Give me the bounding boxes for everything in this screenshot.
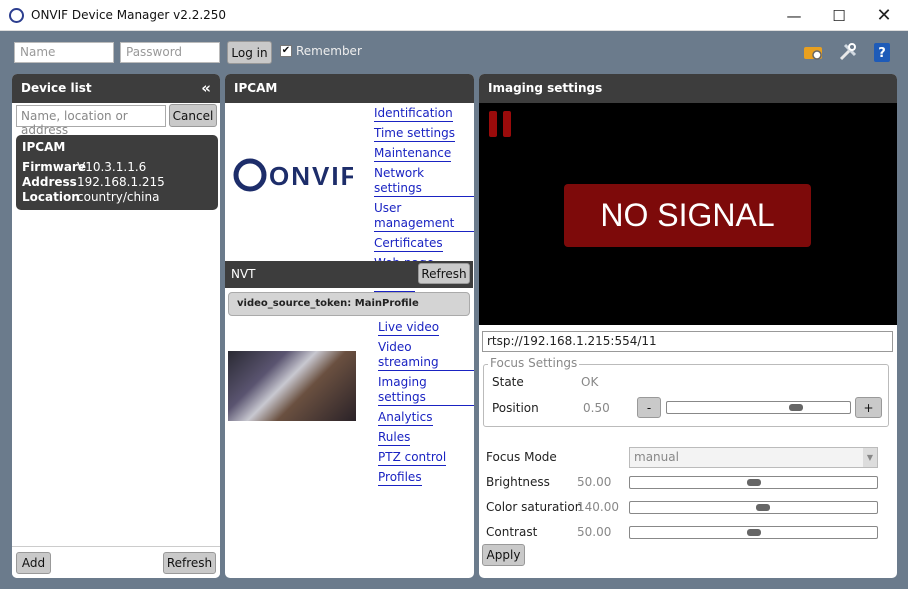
brightness-slider-knob[interactable] — [747, 479, 761, 486]
imaging-title: Imaging settings — [488, 81, 603, 95]
device-settings-icon[interactable] — [802, 41, 824, 63]
contrast-slider[interactable] — [629, 526, 878, 539]
nvt-title: NVT — [231, 267, 256, 281]
color-saturation-slider-knob[interactable] — [756, 504, 770, 511]
link-user-management[interactable]: User management — [374, 201, 474, 232]
focus-mode-dropdown[interactable]: manual ▼ — [629, 447, 878, 468]
device-search-input[interactable]: Name, location or address — [16, 105, 166, 137]
video-player[interactable]: NO SIGNAL — [479, 103, 897, 325]
link-certificates[interactable]: Certificates — [374, 236, 443, 252]
contrast-slider-knob[interactable] — [747, 529, 761, 536]
device-name: IPCAM — [22, 140, 66, 154]
focus-mode-value: manual — [634, 450, 679, 464]
name-input[interactable]: Name — [14, 42, 114, 63]
firmware-value: V10.3.1.1.6 — [77, 160, 147, 174]
link-profiles[interactable]: Profiles — [378, 470, 422, 486]
state-value: OK — [581, 375, 599, 389]
window-title: ONVIF Device Manager v2.2.250 — [31, 8, 227, 22]
link-video-streaming[interactable]: Video streaming — [378, 340, 474, 371]
contrast-value: 50.00 — [577, 525, 612, 539]
ipcam-panel: IPCAM ONVIF Identification Time settings M… — [225, 74, 474, 578]
position-label: Position — [492, 401, 539, 415]
address-value: 192.168.1.215 — [77, 175, 165, 189]
device-list-footer: Add Refresh — [12, 546, 220, 578]
position-slider[interactable] — [666, 401, 851, 414]
remember-checkbox[interactable]: ✔ — [280, 45, 292, 57]
link-time-settings[interactable]: Time settings — [374, 126, 456, 142]
login-button[interactable]: Log in — [227, 41, 272, 64]
color-saturation-label: Color saturation — [486, 500, 583, 514]
link-analytics[interactable]: Analytics — [378, 410, 433, 426]
cancel-button[interactable]: Cancel — [169, 104, 217, 127]
video-thumbnail[interactable] — [228, 351, 356, 421]
firmware-key: Firmware — [22, 160, 86, 174]
ipcam-header: IPCAM — [225, 74, 474, 103]
link-identification[interactable]: Identification — [374, 106, 453, 122]
focus-plus-button[interactable]: + — [855, 397, 882, 418]
pause-icon[interactable] — [489, 111, 497, 137]
imaging-panel: Imaging settings NO SIGNAL rtsp://192.16… — [479, 74, 897, 578]
maximize-button[interactable]: ☐ — [816, 0, 862, 31]
color-saturation-value: 140.00 — [577, 500, 619, 514]
login-bar: Name Password Log in ✔ Remember ? — [0, 31, 908, 73]
focus-settings-group — [483, 364, 889, 427]
password-input[interactable]: Password — [120, 42, 220, 63]
device-list-header: Device list « — [12, 74, 220, 103]
onvif-logo: ONVIF — [233, 158, 353, 192]
link-imaging-settings[interactable]: Imaging settings — [378, 375, 474, 406]
link-live-video[interactable]: Live video — [378, 320, 440, 336]
link-rules[interactable]: Rules — [378, 430, 411, 446]
location-key: Location — [22, 190, 80, 204]
add-device-button[interactable]: Add — [16, 552, 51, 574]
location-value: country/china — [77, 190, 160, 204]
state-label: State — [492, 375, 524, 389]
link-maintenance[interactable]: Maintenance — [374, 146, 452, 162]
no-signal-banner: NO SIGNAL — [564, 184, 811, 247]
position-slider-knob[interactable] — [789, 404, 803, 411]
imaging-header: Imaging settings — [479, 74, 897, 103]
media-links: Live video Video streaming Imaging setting… — [378, 320, 474, 490]
tools-icon[interactable] — [837, 41, 859, 63]
position-value: 0.50 — [583, 401, 610, 415]
app-logo-icon — [9, 8, 24, 23]
ipcam-title: IPCAM — [234, 81, 278, 95]
brightness-value: 50.00 — [577, 475, 612, 489]
focus-mode-label: Focus Mode — [486, 450, 557, 464]
chevron-down-icon[interactable]: ▼ — [863, 448, 877, 467]
brightness-label: Brightness — [486, 475, 550, 489]
link-ptz-control[interactable]: PTZ control — [378, 450, 447, 466]
brightness-slider[interactable] — [629, 476, 878, 489]
link-network-settings[interactable]: Network settings — [374, 166, 474, 197]
focus-minus-button[interactable]: - — [637, 397, 661, 418]
pause-icon-bar[interactable] — [503, 111, 511, 137]
device-list-panel: Device list « Name, location or address … — [12, 74, 220, 578]
remember-label: Remember — [296, 44, 362, 58]
address-key: Address — [22, 175, 77, 189]
profile-selector[interactable]: video_source_token: MainProfile — [228, 292, 470, 316]
title-bar: ONVIF Device Manager v2.2.250 — ☐ ✕ — [0, 0, 908, 31]
onvif-logo-text: ONVIF — [269, 161, 353, 191]
device-list-title: Device list — [21, 81, 92, 95]
collapse-icon[interactable]: « — [201, 79, 211, 97]
focus-settings-legend: Focus Settings — [488, 356, 580, 370]
help-icon[interactable]: ? — [871, 41, 893, 63]
nvt-refresh-button[interactable]: Refresh — [418, 263, 470, 284]
color-saturation-slider[interactable] — [629, 501, 878, 514]
apply-button[interactable]: Apply — [482, 544, 525, 566]
close-button[interactable]: ✕ — [861, 0, 907, 31]
minimize-button[interactable]: — — [771, 0, 817, 31]
refresh-devices-button[interactable]: Refresh — [163, 552, 216, 574]
rtsp-url-field[interactable]: rtsp://192.168.1.215:554/11 — [482, 331, 893, 352]
device-card[interactable]: IPCAM Firmware V10.3.1.1.6 Address 192.168… — [16, 135, 218, 210]
contrast-label: Contrast — [486, 525, 538, 539]
svg-text:?: ? — [878, 46, 886, 61]
